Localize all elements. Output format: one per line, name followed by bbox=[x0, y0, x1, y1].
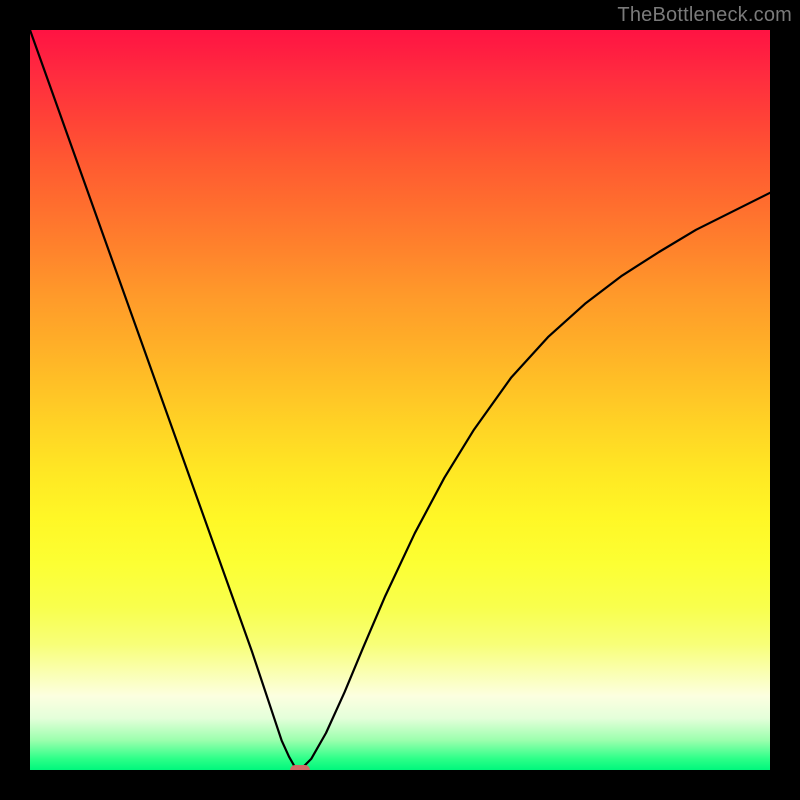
watermark-text: TheBottleneck.com bbox=[617, 4, 792, 27]
plot-area bbox=[30, 30, 770, 770]
bottleneck-curve bbox=[30, 30, 770, 770]
optimal-point-marker bbox=[290, 765, 310, 770]
chart-frame: TheBottleneck.com bbox=[0, 0, 800, 800]
